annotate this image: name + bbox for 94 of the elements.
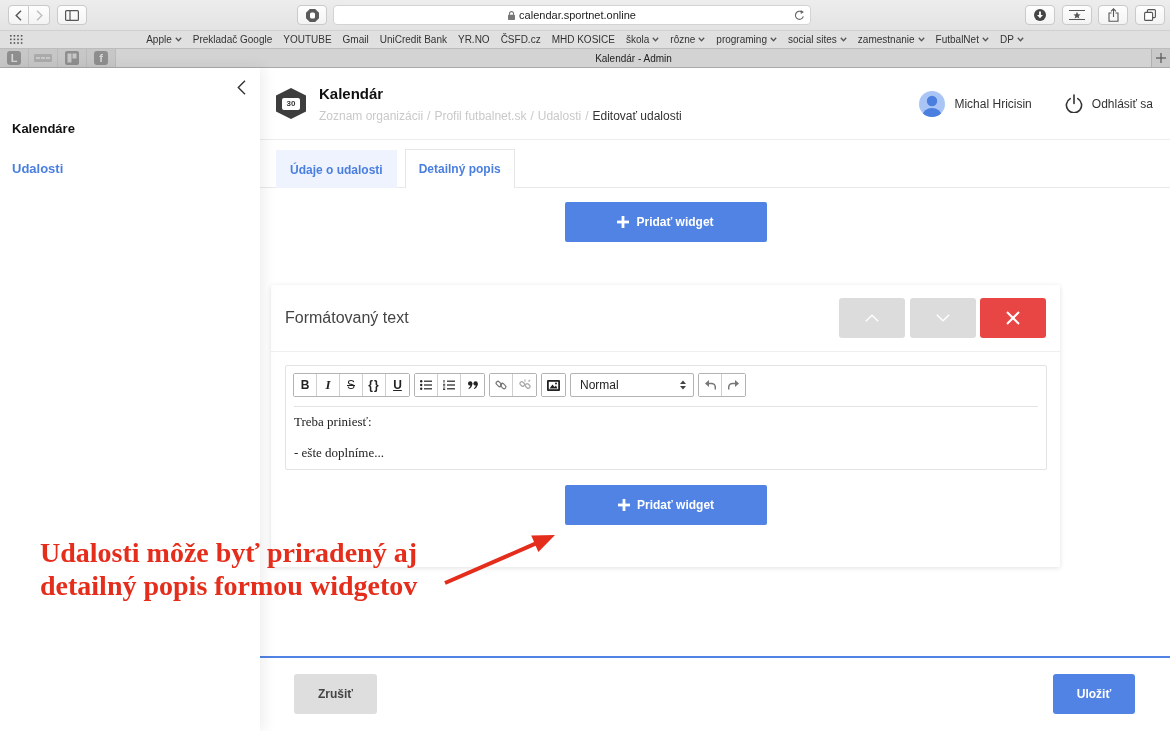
chevron-down-icon xyxy=(981,37,989,42)
editor-paragraph: Treba priniesť: xyxy=(294,414,372,430)
chevron-right-icon xyxy=(35,9,43,21)
chevron-left-icon xyxy=(15,9,22,21)
bookmark-link[interactable]: YR.NO xyxy=(457,34,490,45)
collapse-button[interactable] xyxy=(237,79,246,95)
octagon-icon xyxy=(305,8,319,22)
add-widget-button[interactable]: Pridať widget xyxy=(565,485,767,525)
undo-icon xyxy=(704,380,716,390)
chevron-down-icon xyxy=(698,37,706,42)
extension-button[interactable] xyxy=(297,5,327,25)
numbered-list-icon xyxy=(443,380,455,390)
apps-button[interactable] xyxy=(10,35,23,44)
browser-tab[interactable]: Kalendár - Admin xyxy=(116,49,1151,67)
stripe-icon xyxy=(34,54,52,62)
download-button[interactable] xyxy=(1025,5,1055,25)
tabs-button[interactable] xyxy=(1135,5,1165,25)
plus-icon xyxy=(1156,53,1166,63)
annotation-text: Udalosti môže byť priradený aj detailný popis formou widgetov xyxy=(40,536,418,602)
link-icon xyxy=(495,379,507,391)
bookmark-link[interactable]: škola xyxy=(626,34,660,45)
breadcrumb-separator: / xyxy=(585,108,589,123)
board-icon xyxy=(65,51,79,65)
sidebar-icon xyxy=(65,9,79,21)
editor-text-area[interactable]: Treba priniesť: - ešte doplníme... xyxy=(286,407,1046,469)
image-button[interactable] xyxy=(542,374,565,396)
undo-button[interactable] xyxy=(699,374,722,396)
bookmark-link[interactable]: UniCredit Bank xyxy=(379,34,447,45)
tab[interactable]: Údaje o udalosti xyxy=(276,150,397,188)
chevron-down-icon xyxy=(839,37,847,42)
bookmark-link[interactable]: programing xyxy=(716,34,777,45)
redo-icon xyxy=(728,380,739,390)
address-field[interactable]: calendar.sportnet.online xyxy=(333,5,811,25)
quote-icon xyxy=(467,381,478,389)
bookmark-link[interactable]: rôzne xyxy=(670,34,706,45)
chevron-down-icon xyxy=(174,37,182,42)
breadcrumb-separator: / xyxy=(530,108,534,123)
share-button[interactable] xyxy=(1098,5,1128,25)
logout-button[interactable]: Odhlásiť sa xyxy=(1064,94,1153,113)
plus-icon xyxy=(617,216,630,228)
editor-paragraph: - ešte doplníme... xyxy=(294,445,384,461)
star-icon xyxy=(1069,10,1085,20)
chevron-down-icon xyxy=(1016,37,1024,42)
add-widget-button[interactable]: Pridať widget xyxy=(564,202,767,242)
tabs-icon xyxy=(1144,9,1156,21)
url-text: calendar.sportnet.online xyxy=(519,9,636,21)
tab[interactable]: Detailný popis xyxy=(404,149,515,188)
bookmark-button[interactable] xyxy=(1062,5,1092,25)
calendar-logo: 30 xyxy=(276,88,306,119)
chevron-down-icon xyxy=(769,37,777,42)
avatar-icon xyxy=(919,90,946,117)
app-title: Kalendár xyxy=(319,84,384,102)
bookmark-link[interactable]: social sites xyxy=(787,34,847,45)
bullet-list-icon xyxy=(420,380,432,390)
close-icon xyxy=(1006,311,1020,325)
bookmark-link[interactable]: Apple xyxy=(146,34,182,45)
chevron-down-icon xyxy=(936,314,950,322)
bookmark-link[interactable]: Gmail xyxy=(342,34,369,45)
select-caret-icon xyxy=(680,380,686,390)
bookmark-link[interactable]: DP xyxy=(999,34,1024,45)
sidebar-item[interactable]: Kalendáre xyxy=(0,108,260,148)
widget-title: Formátovaný text xyxy=(285,309,409,327)
plus-icon xyxy=(617,499,630,511)
link-button[interactable] xyxy=(490,374,513,396)
breadcrumb-current: Editovať udalosti xyxy=(592,108,682,123)
user-name: Michal Hricisin xyxy=(954,96,1032,111)
sidebar-item[interactable]: Udalosti xyxy=(0,148,260,188)
lock-icon xyxy=(508,10,516,20)
bookmark-link[interactable]: ČSFD.cz xyxy=(500,34,541,45)
image-icon xyxy=(547,379,560,391)
cancel-button[interactable]: Zrušiť xyxy=(294,674,377,714)
power-icon xyxy=(1064,94,1083,113)
breadcrumb-separator: / xyxy=(427,108,431,123)
grid-icon xyxy=(10,35,23,44)
share-icon xyxy=(1107,8,1119,22)
bookmark-link[interactable]: zamestnanie xyxy=(857,34,925,45)
reload-icon xyxy=(794,9,805,21)
chevron-down-icon xyxy=(652,37,660,42)
delete-button[interactable] xyxy=(980,298,1046,338)
bookmark-link[interactable]: YOUTUBE xyxy=(283,34,332,45)
chevron-down-icon xyxy=(917,37,925,42)
bookmark-link[interactable]: MHD KOSICE xyxy=(551,34,615,45)
back-button[interactable] xyxy=(8,5,29,25)
sidebar-button[interactable] xyxy=(57,5,87,25)
save-button[interactable]: Uložiť xyxy=(1053,674,1135,714)
paragraph-style-select[interactable]: Normal xyxy=(570,373,694,397)
bullet-list-button[interactable] xyxy=(415,374,438,396)
bookmark-link[interactable]: Prekladač Google xyxy=(192,34,273,45)
bold-button[interactable]: B xyxy=(294,374,317,396)
broken-link-icon xyxy=(518,379,531,391)
chevron-up-icon xyxy=(865,314,879,322)
download-icon xyxy=(1034,9,1046,21)
bookmark-link[interactable]: FutbalNet xyxy=(935,34,989,45)
chevron-left-icon xyxy=(237,79,246,95)
